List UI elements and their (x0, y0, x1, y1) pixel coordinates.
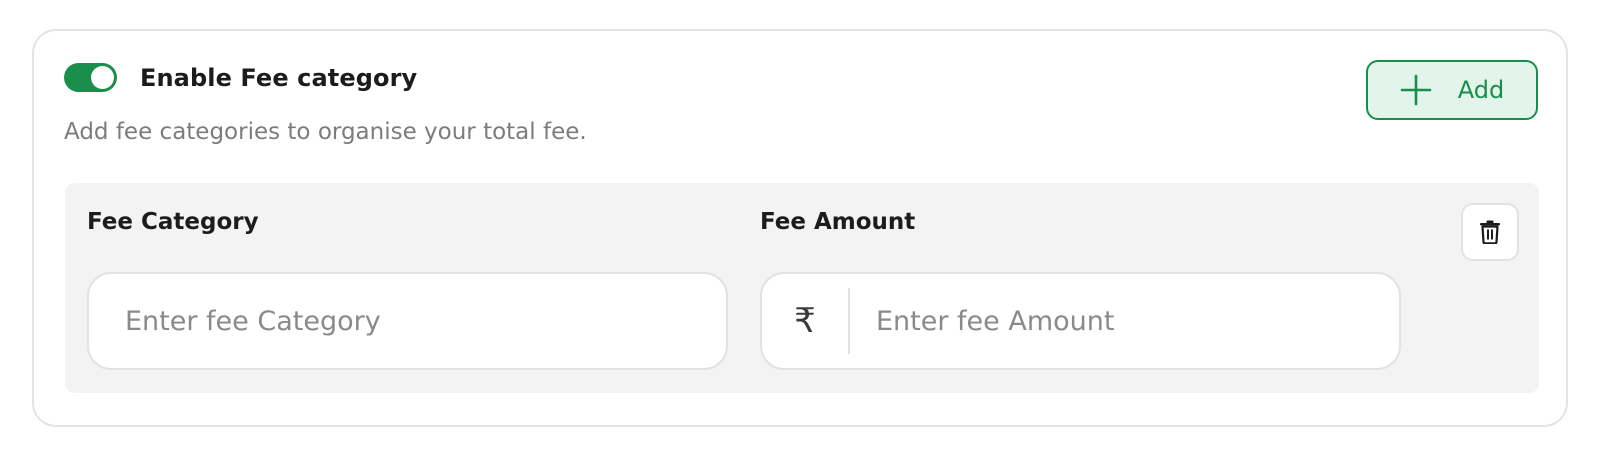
fee-amount-field: ₹ (760, 272, 1401, 370)
fee-category-field (87, 272, 728, 370)
add-button-label: Add (1457, 76, 1505, 104)
fee-amount-label: Fee Amount (760, 209, 916, 235)
fee-amount-input[interactable] (850, 304, 1399, 338)
trash-icon (1479, 220, 1501, 245)
toggle-knob (91, 66, 114, 89)
enable-fee-category-toggle[interactable] (64, 63, 117, 92)
fee-category-input[interactable] (123, 304, 726, 338)
toggle-row: Enable Fee category (64, 63, 417, 92)
helper-text: Add fee categories to organise your tota… (64, 119, 587, 145)
rupee-icon: ₹ (762, 288, 850, 354)
fee-category-label: Fee Category (87, 209, 259, 235)
delete-row-button[interactable] (1461, 203, 1519, 261)
fee-row-panel: Fee Category Fee Amount ₹ (65, 183, 1539, 393)
fee-category-card: Enable Fee category Add fee categories t… (32, 29, 1568, 427)
plus-icon (1400, 74, 1432, 106)
add-button[interactable]: Add (1366, 60, 1538, 120)
toggle-label: Enable Fee category (140, 63, 418, 92)
